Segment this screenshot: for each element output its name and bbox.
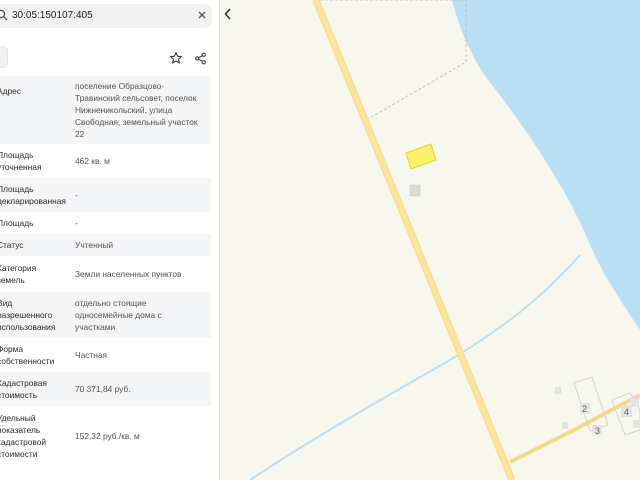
search-input[interactable]: 30:05:150107:405: [12, 10, 93, 21]
map-canvas[interactable]: [220, 0, 640, 480]
attribute-row: Кадастровая стоимость 70 371,84 руб.: [0, 372, 211, 406]
favorite-button[interactable]: [165, 47, 187, 69]
attribute-value: 462 кв. м: [75, 156, 110, 166]
search-icon: [0, 9, 8, 21]
attribute-label: Вид разрешенного использования: [0, 298, 56, 332]
attribute-value: -: [75, 190, 78, 200]
attribute-row: Площадь уточненная 462 кв. м: [0, 144, 211, 178]
attribute-row: Категория земель Земли населенных пункто…: [0, 256, 211, 292]
attribute-label: Удельный показатель кадастровой стоимост…: [0, 413, 47, 459]
building: [409, 184, 421, 197]
close-icon[interactable]: [196, 9, 208, 21]
attribute-label: Площадь декларированная: [0, 184, 66, 206]
house-number-label: 2: [582, 404, 588, 414]
star-icon: [169, 52, 183, 64]
attribute-row: Удельный показатель кадастровой стоимост…: [0, 406, 211, 466]
attribute-row: Форма собственности Частная: [0, 338, 211, 372]
attribute-label: Статус: [0, 240, 24, 250]
attribute-value: Частная: [75, 350, 108, 360]
building: [555, 387, 561, 394]
attribute-label: Площадь уточненная: [0, 150, 42, 172]
collapse-panel-button[interactable]: [222, 6, 234, 22]
map-view[interactable]: 2 3 4: [220, 0, 640, 480]
attribute-value: 152,32 руб./кв. м: [75, 431, 140, 441]
building: [633, 420, 640, 428]
attribute-label: Кадастровая стоимость: [0, 378, 47, 400]
attribute-label: Адрес: [0, 86, 21, 96]
chevron-left-icon: [224, 8, 231, 20]
building: [562, 422, 568, 429]
attribute-row: Вид разрешенного использования отдельно …: [0, 292, 211, 338]
attribute-value: поселение Образцово- Травинский сельсове…: [75, 81, 198, 139]
house-number-label: 4: [624, 407, 630, 417]
house-number-label: 3: [595, 426, 601, 436]
info-panel: 30:05:150107:405 Адрес поселение Образцо…: [0, 0, 220, 480]
share-icon: [194, 52, 206, 64]
attribute-value: Земли населенных пунктов: [75, 269, 182, 279]
attribute-row: Площадь -: [0, 212, 211, 234]
search-bar[interactable]: 30:05:150107:405: [0, 4, 212, 28]
attribute-value: отдельно стоящие односемейные дома с уча…: [75, 298, 162, 332]
layer-toggle-button[interactable]: [0, 46, 8, 68]
attribute-row: Статус Учтенный: [0, 234, 211, 256]
attributes-table: Адрес поселение Образцово- Травинский се…: [0, 76, 211, 466]
attribute-label: Площадь: [0, 218, 34, 228]
attribute-value: -: [75, 218, 78, 228]
attribute-row: Площадь декларированная -: [0, 178, 211, 212]
attribute-row: Адрес поселение Образцово- Травинский се…: [0, 76, 211, 144]
attribute-value: Учтенный: [75, 240, 114, 250]
attribute-label: Форма собственности: [0, 344, 55, 366]
share-button[interactable]: [189, 47, 211, 69]
attribute-value: 70 371,84 руб.: [75, 384, 131, 394]
attribute-label: Категория земель: [0, 263, 37, 285]
